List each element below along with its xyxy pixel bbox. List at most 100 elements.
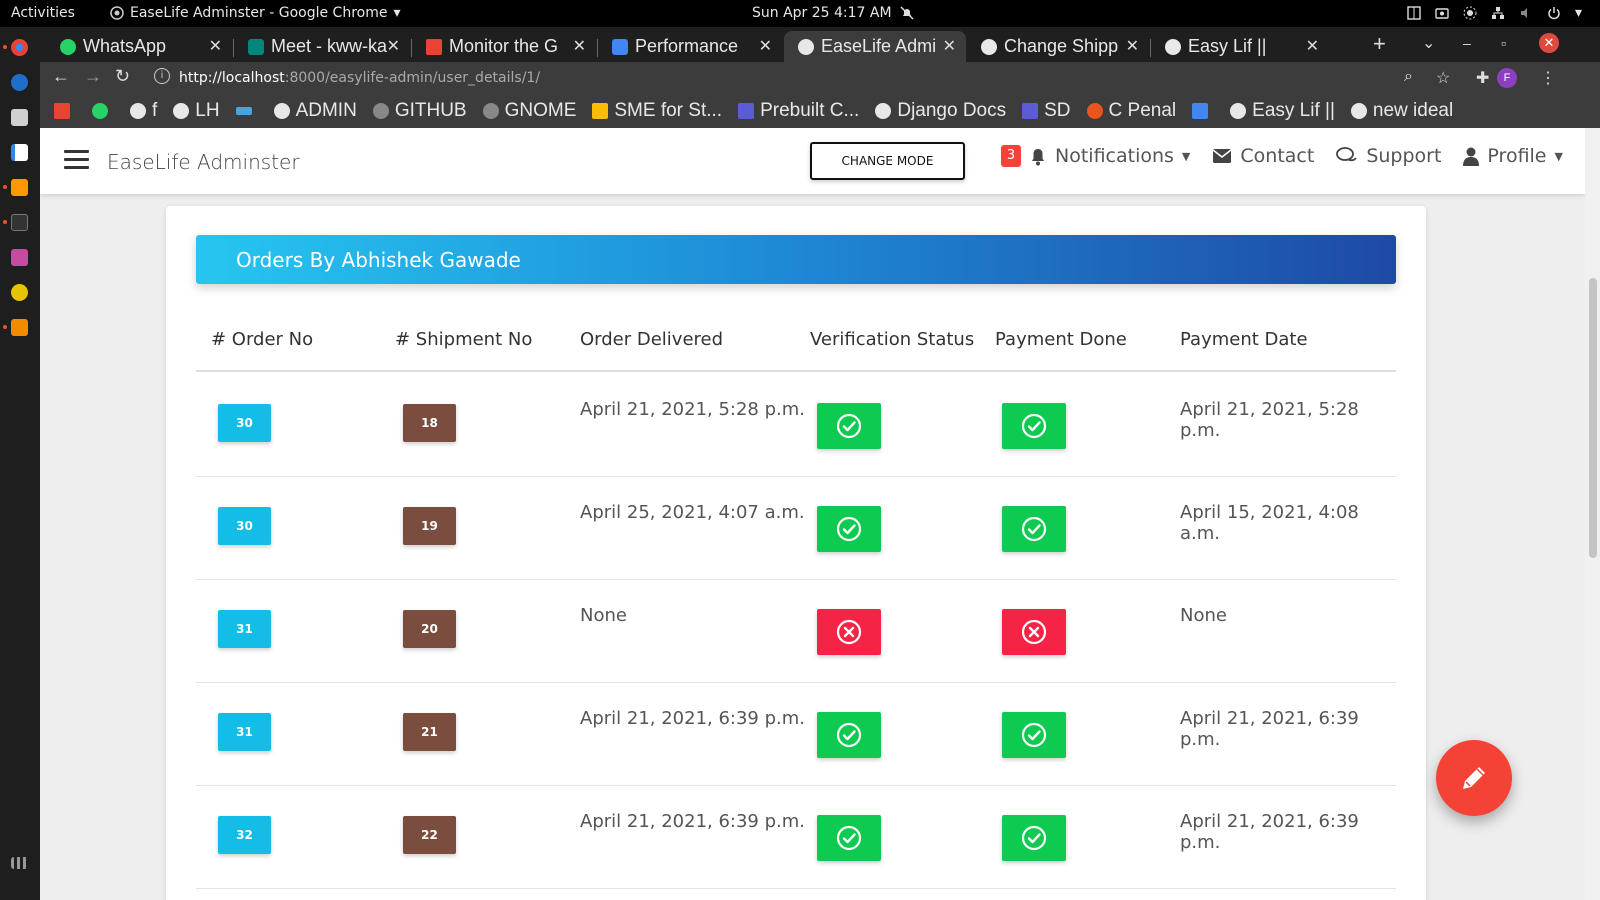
profile-avatar[interactable]: F [1497,68,1517,88]
files-dock-icon[interactable] [11,109,28,126]
address-bar[interactable]: i http://localhost:8000/easylife-admin/u… [144,63,1470,93]
chrome-dock-icon[interactable] [11,39,28,56]
bookmark-django-docs[interactable]: Django Docs [875,100,1006,122]
check-circle-icon [836,825,862,851]
menu-icon[interactable]: ⋮ [1540,68,1556,88]
close-icon[interactable]: ✕ [209,36,222,56]
notifications-link[interactable]: 3 Notifications ▼ [1001,145,1190,167]
check-circle-icon [836,722,862,748]
shipment-number-badge[interactable]: 21 [403,713,456,751]
forward-button[interactable]: → [84,66,102,87]
extensions-icon[interactable]: ✚ [1476,68,1489,88]
order-number-badge[interactable]: 31 [218,713,271,751]
terminal-dock-icon[interactable] [11,214,28,231]
app-icon [1192,103,1209,119]
close-icon[interactable]: ✕ [759,36,772,56]
close-icon[interactable]: ✕ [387,36,400,56]
edit-fab-button[interactable] [1436,740,1512,816]
bookmark-star-icon[interactable]: ☆ [1436,68,1450,88]
window-title[interactable]: EaseLife Adminster - Google Chrome ▾ [110,5,401,21]
system-tray[interactable]: ▾ [1407,5,1582,21]
tab-whatsapp[interactable]: WhatsApp ✕ [46,31,232,62]
chrome-icon [110,6,124,20]
check-circle-icon [836,516,862,542]
close-icon[interactable]: ✕ [1126,36,1139,56]
bookmark-zb[interactable] [1192,103,1214,119]
close-icon[interactable]: ✕ [1306,36,1319,56]
shipment-number-badge[interactable]: 18 [403,404,456,442]
app-dock-icon[interactable] [11,249,28,266]
tab-change-shipping[interactable]: Change Shipp ✕ [967,31,1149,62]
bookmark-easy-life[interactable]: Easy Lif || [1230,100,1335,122]
minimize-button[interactable]: – [1463,35,1471,51]
order-number-badge[interactable]: 31 [218,610,271,648]
new-tab-button[interactable]: + [1373,31,1386,57]
tab-search-icon[interactable]: ⌄ [1422,33,1435,53]
column-header-order-delivered: Order Delivered [580,329,724,350]
close-icon[interactable]: ✕ [943,36,956,56]
support-link[interactable]: Support [1336,145,1441,167]
tab-easelife-admin[interactable]: EaseLife Admi ✕ [784,31,966,62]
payment-date: April 21, 2021, 6:39 p.m. [1180,708,1359,750]
web-page: EaseLife Adminster CHANGE MODE 3 Notific… [40,128,1600,900]
shipment-number-badge[interactable]: 22 [403,816,456,854]
bookmark-new-ideal[interactable]: new ideal [1350,100,1453,122]
bookmark-c-penal[interactable]: C Penal [1086,100,1176,122]
tab-performance[interactable]: Performance ✕ [598,31,782,62]
bookmark-prebuilt[interactable]: Prebuilt C... [738,100,859,122]
change-mode-button[interactable]: CHANGE MODE [810,142,965,180]
page-scrollbar[interactable] [1585,128,1600,900]
tab-label: Change Shipp [1004,36,1119,56]
order-delivered-date: April 25, 2021, 4:07 a.m. [580,502,805,523]
text-editor-dock-icon[interactable] [11,144,28,161]
bookmark-gnome[interactable]: GNOME [482,100,576,122]
contact-link[interactable]: Contact [1212,145,1314,167]
close-window-button[interactable]: ✕ [1539,33,1559,53]
bookmark-gmail[interactable] [54,103,76,119]
chevron-down-icon: ▼ [1181,149,1191,163]
bookmark-sd[interactable]: SD [1022,100,1071,122]
reload-button[interactable]: ↻ [115,66,130,87]
bookmark-lh[interactable]: LH [173,100,220,122]
payment-done-status [1002,712,1066,758]
profile-link[interactable]: Profile ▼ [1463,145,1563,167]
order-number-badge[interactable]: 32 [218,816,271,854]
show-apps-icon[interactable] [11,857,28,869]
activities-button[interactable]: Activities [11,5,75,21]
tab-label: Meet - kww-ka [271,36,388,56]
bookmark-mdb[interactable] [235,107,258,115]
check-circle-icon [1021,516,1047,542]
obs-dock-icon[interactable] [11,284,28,301]
shipment-number-badge[interactable]: 19 [403,507,456,545]
bookmark-label: SME for St... [614,100,723,121]
order-delivered-date: None [580,605,627,626]
zoom-icon[interactable]: ⌕ [1404,68,1413,86]
maximize-button[interactable]: ▫ [1501,35,1506,51]
bookmark-github[interactable]: GITHUB [372,100,467,122]
bookmark-sme[interactable]: SME for St... [592,100,722,122]
close-icon[interactable]: ✕ [573,36,586,56]
tab-gmail[interactable]: Monitor the G ✕ [412,31,596,62]
tab-meet[interactable]: Meet - kww-ka ✕ [234,31,410,62]
git-dock-icon[interactable] [11,319,28,336]
vscode-dock-icon[interactable] [11,74,28,91]
sublime-dock-icon[interactable] [11,179,28,196]
brand-title[interactable]: EaseLife Adminster [107,150,300,174]
bookmark-f[interactable]: f [130,100,157,122]
bookmark-admin[interactable]: ADMIN [273,100,357,122]
globe-icon [1165,38,1181,55]
shipment-number-badge[interactable]: 20 [403,610,456,648]
verification-status [817,506,881,552]
tab-easy-life[interactable]: Easy Lif || ✕ [1151,31,1329,62]
check-circle-icon [1021,825,1047,851]
contact-label: Contact [1240,145,1315,167]
comments-icon [1336,147,1358,162]
order-number-badge[interactable]: 30 [218,404,271,442]
hamburger-menu-icon[interactable] [64,150,89,170]
scrollbar-thumb[interactable] [1589,278,1597,558]
clock[interactable]: Sun Apr 25 4:17 AM [752,5,914,21]
back-button[interactable]: ← [52,66,70,87]
order-number-badge[interactable]: 30 [218,507,271,545]
bookmark-whatsapp[interactable] [92,103,114,119]
info-icon[interactable]: i [154,68,170,84]
